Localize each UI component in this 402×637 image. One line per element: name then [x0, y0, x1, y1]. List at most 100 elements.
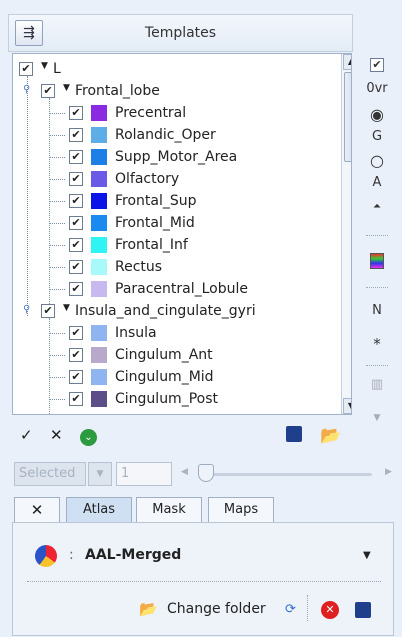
tab-bar: ✕ Atlas Mask Maps — [14, 497, 299, 523]
selection-dropdown-arrow-icon[interactable]: ▼ — [88, 462, 112, 486]
g-label: G — [371, 129, 383, 144]
open-folder-icon[interactable]: 📂 — [320, 426, 341, 446]
item-label: Frontal_Inf — [115, 237, 188, 253]
tree-item[interactable]: ✔ Frontal_Mid — [13, 212, 333, 234]
group-label: Frontal_lobe — [75, 83, 160, 99]
tree-guide — [49, 135, 65, 136]
color-swatch — [91, 237, 107, 253]
save-icon[interactable] — [286, 426, 302, 446]
group-checkbox[interactable]: ✔ — [41, 84, 55, 98]
tree-guide — [49, 377, 65, 378]
item-label: Cingulum_Ant — [115, 347, 213, 363]
item-checkbox[interactable]: ✔ — [69, 216, 83, 230]
atlas-panel: : AAL-Merged ▼ 📂 Change folder ⟳ ✕ — [12, 522, 394, 636]
selection-slider-track[interactable] — [198, 473, 372, 476]
refresh-icon[interactable]: ⟳ — [285, 602, 296, 617]
tree-item[interactable]: ✔ Paracentral_Lobule — [13, 278, 333, 300]
save-atlas-icon[interactable] — [355, 602, 371, 618]
tree-item[interactable]: ✔ Cingulum_Mid — [13, 366, 333, 388]
check-all-icon[interactable]: ✓ — [20, 426, 33, 444]
tree-item[interactable]: ✔ Frontal_Inf — [13, 234, 333, 256]
tree-item[interactable]: ✔ Precentral — [13, 102, 333, 124]
overlay-checkbox[interactable]: ✔ — [362, 57, 392, 72]
eject-icon[interactable]: ⏶ — [362, 201, 392, 212]
atlas-name[interactable]: AAL-Merged — [85, 547, 181, 563]
tree-item[interactable]: ✔ Frontal_Sup — [13, 190, 333, 212]
item-checkbox[interactable]: ✔ — [69, 392, 83, 406]
divider — [27, 581, 381, 582]
item-checkbox[interactable]: ✔ — [69, 370, 83, 384]
uncheck-all-icon[interactable]: ✕ — [50, 426, 63, 444]
selection-value-field[interactable]: 1 — [116, 462, 172, 486]
tree-guide — [49, 113, 65, 114]
item-checkbox[interactable]: ✔ — [69, 128, 83, 142]
item-checkbox[interactable]: ✔ — [69, 194, 83, 208]
tree-guide — [49, 399, 65, 400]
tree-item[interactable]: ✔ Insula — [13, 322, 333, 344]
item-checkbox[interactable]: ✔ — [69, 106, 83, 120]
colormap-button[interactable] — [362, 253, 392, 273]
scroll-up-button[interactable]: ▲ — [343, 54, 351, 70]
tree-item[interactable]: ✔ Olfactory — [13, 168, 333, 190]
disabled-tool-icon: ▥ — [370, 377, 384, 392]
tree-tools: ✓ ✕ ⌄ 📂 — [14, 424, 359, 450]
color-swatch — [91, 325, 107, 341]
slider-right-icon[interactable]: ▶ — [385, 467, 392, 477]
tree-guide — [49, 179, 65, 180]
color-swatch — [91, 259, 107, 275]
atlas-dropdown-icon[interactable]: ▼ — [363, 550, 371, 561]
item-checkbox[interactable]: ✔ — [69, 282, 83, 296]
item-checkbox[interactable]: ✔ — [69, 348, 83, 362]
root-checkbox[interactable]: ✔ — [19, 62, 33, 76]
selection-row: Selected ▼ 1 ◀ ▶ — [14, 460, 399, 488]
expand-icon[interactable]: ▼ — [41, 61, 48, 71]
tree-group[interactable]: ⚲ ✔ ▼ Insula_and_cingulate_gyri — [13, 300, 333, 322]
color-swatch — [91, 171, 107, 187]
change-folder-label[interactable]: Change folder — [167, 601, 266, 617]
color-swatch — [91, 391, 107, 407]
scroll-down-button[interactable]: ▼ — [343, 398, 351, 414]
node-icon: ⚲ — [23, 304, 31, 315]
selection-slider-thumb[interactable] — [198, 464, 214, 482]
item-checkbox[interactable]: ✔ — [69, 238, 83, 252]
change-folder-icon[interactable]: 📂 — [139, 600, 158, 618]
tab-mask[interactable]: Mask — [136, 497, 202, 523]
a-radio-button[interactable]: ○ — [362, 151, 392, 170]
group-checkbox[interactable]: ✔ — [41, 304, 55, 318]
tree-scrollbar[interactable]: ▲ ▼ — [341, 54, 351, 414]
selection-mode-dropdown[interactable]: Selected — [14, 462, 86, 486]
tab-maps[interactable]: Maps — [208, 497, 274, 523]
expand-icon[interactable]: ▼ — [63, 303, 70, 313]
template-tree[interactable]: ✔ ▼ L ⚲ ✔ ▼ Frontal_lobe ✔ Precentral ✔ Rol… — [12, 53, 352, 415]
tree-item[interactable]: ✔ Rolandic_Oper — [13, 124, 333, 146]
colormap-icon — [370, 253, 384, 269]
item-checkbox[interactable]: ✔ — [69, 150, 83, 164]
tree-item[interactable]: ✔ Cingulum_Ant — [13, 344, 333, 366]
scroll-thumb[interactable] — [344, 72, 351, 162]
atlas-icon — [35, 545, 57, 567]
tree-guide — [49, 289, 65, 290]
n-button[interactable]: N — [362, 303, 392, 318]
item-checkbox[interactable]: ✔ — [69, 326, 83, 340]
item-checkbox[interactable]: ✔ — [69, 172, 83, 186]
tree-root[interactable]: ✔ ▼ L — [13, 58, 333, 80]
panel-title: Templates — [144, 25, 217, 41]
item-checkbox[interactable]: ✔ — [69, 260, 83, 274]
item-label: Cingulum_Post — [115, 391, 218, 407]
item-label: Rectus — [115, 259, 163, 275]
remove-icon[interactable]: ✕ — [321, 601, 339, 619]
group-label: Insula_and_cingulate_gyri — [75, 303, 256, 319]
tree-item[interactable]: ✔ Cingulum_Post — [13, 388, 333, 410]
tree-guide — [49, 245, 65, 246]
tree-item[interactable]: ✔ Rectus — [13, 256, 333, 278]
slider-left-icon[interactable]: ◀ — [181, 467, 188, 477]
expand-all-icon[interactable]: ⌄ — [80, 426, 97, 446]
g-radio-button[interactable]: ◉ — [362, 105, 392, 124]
tab-atlas[interactable]: Atlas — [66, 497, 132, 523]
tree-group[interactable]: ⚲ ✔ ▼ Frontal_lobe — [13, 80, 333, 102]
expand-icon[interactable]: ▼ — [63, 83, 70, 93]
color-swatch — [91, 281, 107, 297]
asterisk-button[interactable]: * — [362, 335, 392, 353]
tab-close[interactable]: ✕ — [14, 497, 60, 523]
tree-item[interactable]: ✔ Supp_Motor_Area — [13, 146, 333, 168]
